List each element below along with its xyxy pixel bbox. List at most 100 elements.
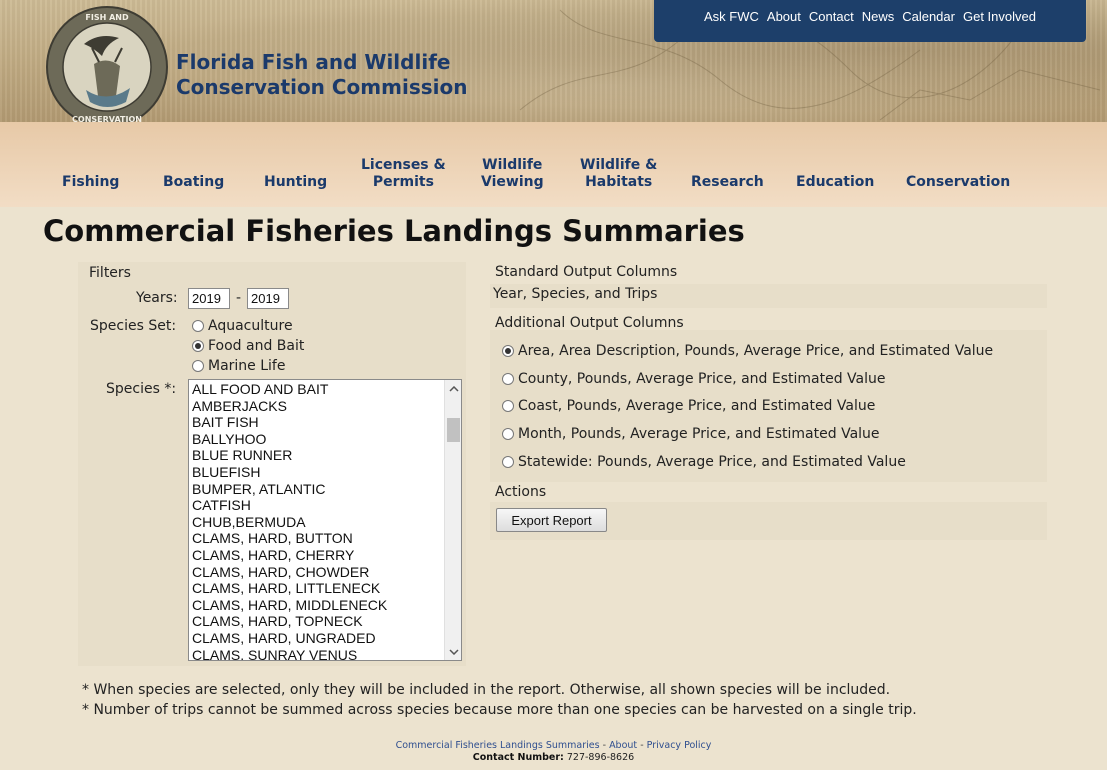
- radio-label: Food and Bait: [208, 338, 305, 354]
- output-option-coast[interactable]: Coast, Pounds, Average Price, and Estima…: [502, 398, 875, 414]
- year-from-input[interactable]: [188, 288, 230, 309]
- chevron-up-icon[interactable]: [445, 380, 461, 397]
- main-nav: Fishing Boating Hunting Licenses & Permi…: [0, 122, 1107, 207]
- utility-nav: Ask FWC About Contact News Calendar Get …: [654, 0, 1086, 42]
- site-title-line1: Florida Fish and Wildlife: [176, 50, 451, 74]
- radio-label: Month, Pounds, Average Price, and Estima…: [518, 426, 880, 442]
- species-option[interactable]: CATFISH: [192, 497, 387, 514]
- util-link-calendar[interactable]: Calendar: [902, 9, 955, 42]
- nav-item-wildlife-habitats[interactable]: Wildlife & Habitats: [580, 157, 657, 191]
- species-option[interactable]: CLAMS, HARD, TOPNECK: [192, 613, 387, 630]
- output-option-county[interactable]: County, Pounds, Average Price, and Estim…: [502, 371, 886, 387]
- footer-link-about[interactable]: About: [609, 740, 637, 751]
- radio-button[interactable]: [192, 320, 204, 332]
- fwc-logo[interactable]: FISH AND CONSERVATION: [44, 4, 170, 122]
- radio-button[interactable]: [502, 456, 514, 468]
- footer-separator: -: [602, 740, 607, 751]
- radio-button[interactable]: [192, 360, 204, 372]
- contact-label: Contact Number:: [472, 752, 564, 763]
- year-range-separator: -: [236, 290, 242, 306]
- notes: * When species are selected, only they w…: [82, 680, 917, 720]
- output-option-statewide[interactable]: Statewide: Pounds, Average Price, and Es…: [502, 454, 906, 470]
- species-label: Species *:: [106, 381, 177, 397]
- radio-button[interactable]: [502, 400, 514, 412]
- radio-label: Area, Area Description, Pounds, Average …: [518, 343, 994, 359]
- species-option[interactable]: CLAMS, HARD, MIDDLENECK: [192, 597, 387, 614]
- output-option-area[interactable]: Area, Area Description, Pounds, Average …: [502, 343, 993, 359]
- footer-links: Commercial Fisheries Landings Summaries …: [0, 740, 1107, 752]
- util-link-news[interactable]: News: [862, 9, 895, 42]
- nav-label: Education: [796, 174, 875, 190]
- species-options: ALL FOOD AND BAIT AMBERJACKS BAIT FISH B…: [192, 381, 387, 661]
- nav-label-line2: Viewing: [481, 174, 544, 190]
- footer-link-privacy[interactable]: Privacy Policy: [647, 740, 712, 751]
- species-option[interactable]: BALLYHOO: [192, 431, 387, 448]
- radio-label: Statewide: Pounds, Average Price, and Es…: [518, 454, 906, 470]
- radio-button-selected[interactable]: [502, 345, 514, 357]
- note-trips: * Number of trips cannot be summed acros…: [82, 702, 917, 718]
- species-option[interactable]: CLAMS, SUNRAY VENUS: [192, 647, 387, 661]
- svg-text:FISH AND: FISH AND: [85, 13, 129, 22]
- radio-label: Aquaculture: [208, 318, 293, 334]
- nav-item-education[interactable]: Education: [796, 174, 874, 191]
- species-option[interactable]: CHUB,BERMUDA: [192, 514, 387, 531]
- svg-text:CONSERVATION: CONSERVATION: [72, 115, 142, 122]
- nav-item-licenses-permits[interactable]: Licenses & Permits: [361, 157, 446, 191]
- site-header: FISH AND CONSERVATION Florida Fish and W…: [0, 0, 1107, 122]
- util-link-about[interactable]: About: [767, 9, 801, 42]
- footer-link-summaries[interactable]: Commercial Fisheries Landings Summaries: [396, 740, 600, 751]
- species-option[interactable]: CLAMS, HARD, CHERRY: [192, 547, 387, 564]
- additional-columns-heading: Additional Output Columns: [495, 315, 684, 331]
- page-title: Commercial Fisheries Landings Summaries: [43, 214, 745, 248]
- output-option-month[interactable]: Month, Pounds, Average Price, and Estima…: [502, 426, 880, 442]
- year-to-input[interactable]: [247, 288, 289, 309]
- species-option[interactable]: CLAMS, HARD, LITTLENECK: [192, 580, 387, 597]
- nav-label-line1: Wildlife: [482, 157, 543, 173]
- scrollbar-thumb[interactable]: [447, 418, 460, 442]
- export-report-button[interactable]: Export Report: [496, 508, 607, 532]
- species-set-aquaculture[interactable]: Aquaculture: [192, 318, 293, 334]
- util-link-contact[interactable]: Contact: [809, 9, 854, 42]
- species-option[interactable]: CLAMS, HARD, CHOWDER: [192, 564, 387, 581]
- species-set-food-and-bait[interactable]: Food and Bait: [192, 338, 304, 354]
- nav-label-line1: Wildlife &: [580, 157, 658, 173]
- species-option[interactable]: BLUEFISH: [192, 464, 387, 481]
- radio-button-selected[interactable]: [192, 340, 204, 352]
- chevron-down-icon[interactable]: [445, 643, 461, 660]
- species-listbox[interactable]: ALL FOOD AND BAIT AMBERJACKS BAIT FISH B…: [188, 379, 462, 661]
- species-option[interactable]: ALL FOOD AND BAIT: [192, 381, 387, 398]
- util-link-get-involved[interactable]: Get Involved: [963, 9, 1036, 42]
- filters-heading: Filters: [89, 265, 131, 281]
- footer-contact: Contact Number: 727-896-8626: [0, 752, 1107, 764]
- footer-separator: -: [640, 740, 644, 751]
- species-scrollbar[interactable]: [444, 380, 461, 660]
- species-set-marine-life[interactable]: Marine Life: [192, 358, 285, 374]
- nav-item-boating[interactable]: Boating: [163, 174, 224, 191]
- footer: Commercial Fisheries Landings Summaries …: [0, 740, 1107, 764]
- nav-item-conservation[interactable]: Conservation: [906, 174, 1010, 191]
- contact-number: 727-896-8626: [566, 752, 635, 763]
- species-option[interactable]: AMBERJACKS: [192, 398, 387, 415]
- radio-label: County, Pounds, Average Price, and Estim…: [518, 371, 886, 387]
- species-option[interactable]: CLAMS, HARD, BUTTON: [192, 530, 387, 547]
- radio-button[interactable]: [502, 428, 514, 440]
- years-label: Years:: [136, 290, 178, 306]
- site-title[interactable]: Florida Fish and Wildlife Conservation C…: [176, 50, 467, 100]
- nav-item-fishing[interactable]: Fishing: [62, 174, 119, 191]
- standard-columns-heading: Standard Output Columns: [495, 264, 678, 280]
- radio-label: Coast, Pounds, Average Price, and Estima…: [518, 398, 876, 414]
- nav-item-hunting[interactable]: Hunting: [264, 174, 327, 191]
- util-link-ask-fwc[interactable]: Ask FWC: [704, 9, 759, 42]
- nav-label: Boating: [163, 174, 225, 190]
- radio-button[interactable]: [502, 373, 514, 385]
- nav-item-research[interactable]: Research: [691, 174, 764, 191]
- species-option[interactable]: BUMPER, ATLANTIC: [192, 481, 387, 498]
- nav-label: Research: [691, 174, 764, 190]
- radio-label: Marine Life: [208, 358, 286, 374]
- actions-heading: Actions: [495, 484, 547, 500]
- species-option[interactable]: BLUE RUNNER: [192, 447, 387, 464]
- site-title-line2: Conservation Commission: [176, 75, 468, 99]
- species-option[interactable]: BAIT FISH: [192, 414, 387, 431]
- species-option[interactable]: CLAMS, HARD, UNGRADED: [192, 630, 387, 647]
- nav-item-wildlife-viewing[interactable]: Wildlife Viewing: [481, 157, 544, 191]
